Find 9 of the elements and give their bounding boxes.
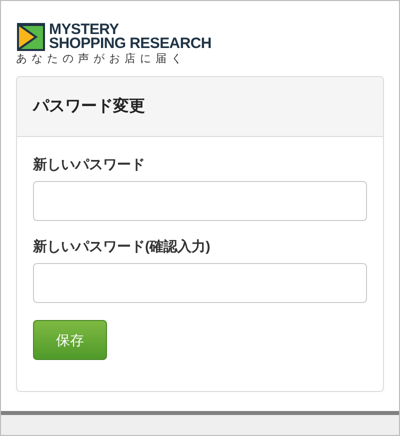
brand-name: MYSTERY — [49, 23, 119, 37]
card-title: パスワード変更 — [33, 96, 145, 116]
field-label: 新しいパスワード(確認入力) — [33, 237, 212, 255]
field-label: 新しいパスワード — [33, 155, 146, 173]
save-button[interactable]: 保存 — [33, 320, 107, 360]
password-field[interactable] — [33, 181, 367, 221]
tagline: あなたの声がお店に届く — [16, 53, 186, 66]
brand-name: SHOPPING RESEARCH — [49, 37, 212, 51]
password-field[interactable] — [33, 263, 367, 303]
